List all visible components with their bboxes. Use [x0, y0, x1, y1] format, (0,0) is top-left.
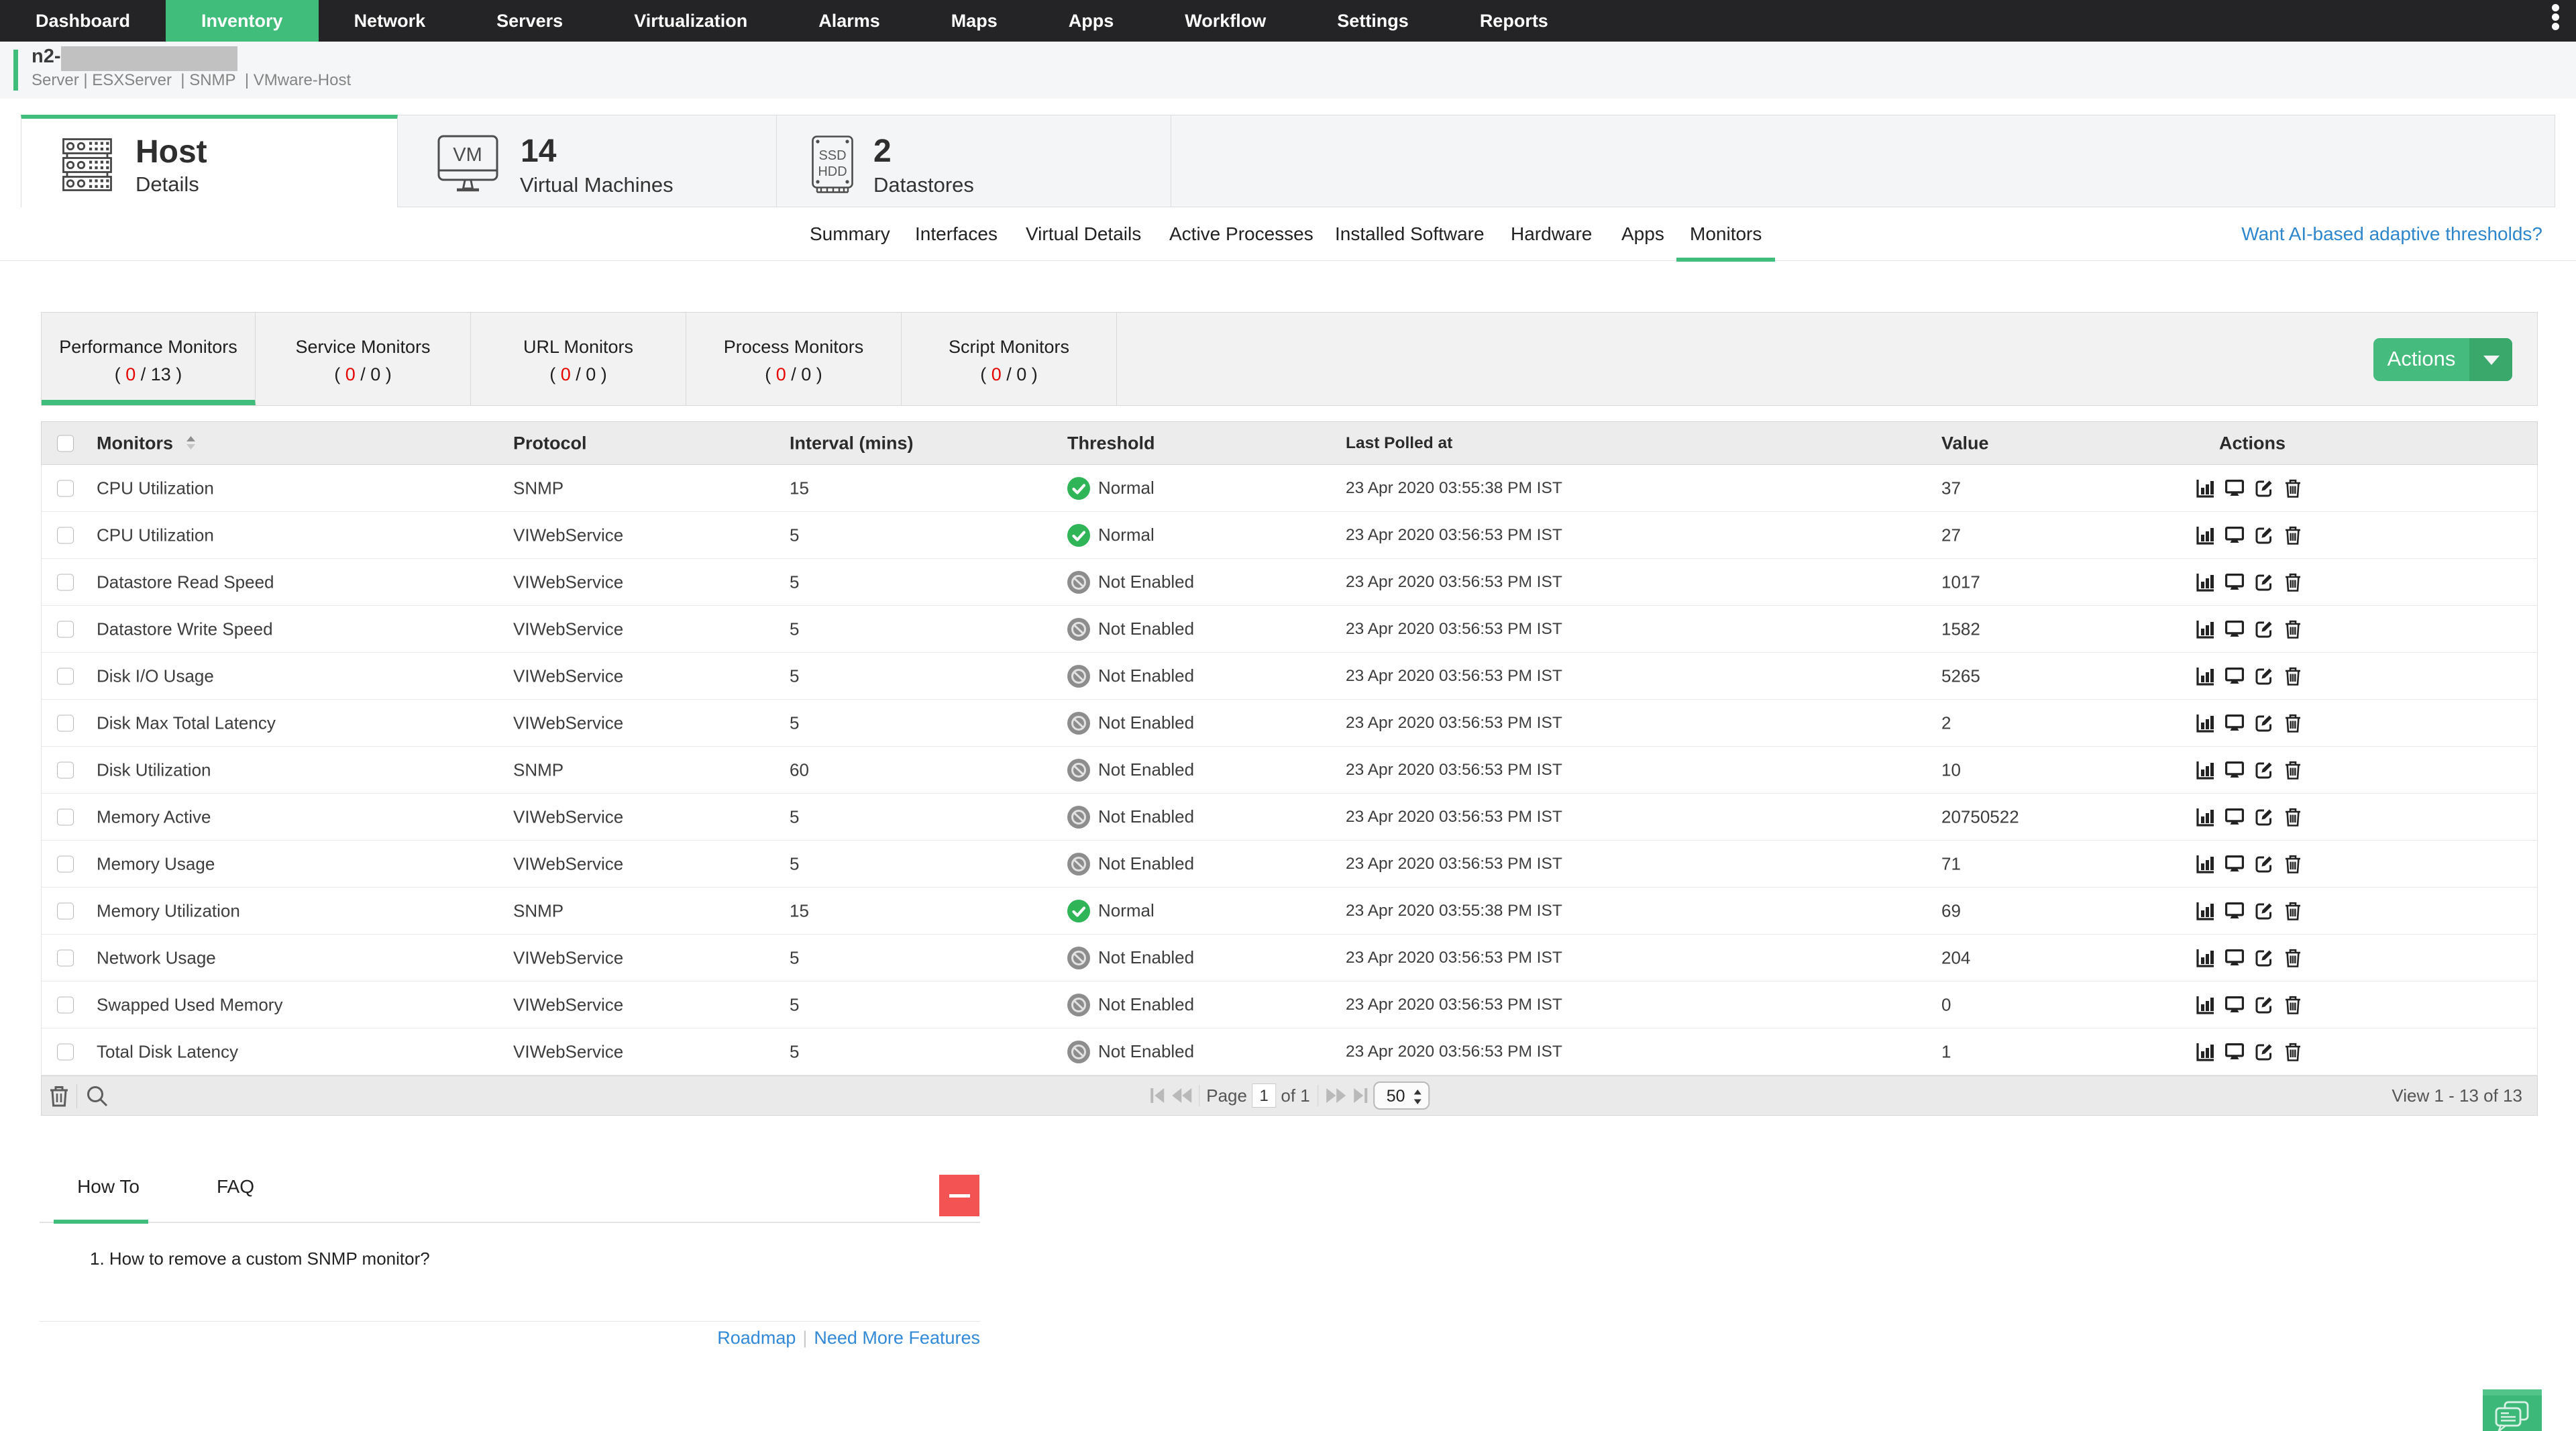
svg-text:SSD: SSD: [818, 148, 846, 163]
svg-text:VM: VM: [453, 144, 482, 166]
svg-text:HDD: HDD: [818, 164, 847, 179]
